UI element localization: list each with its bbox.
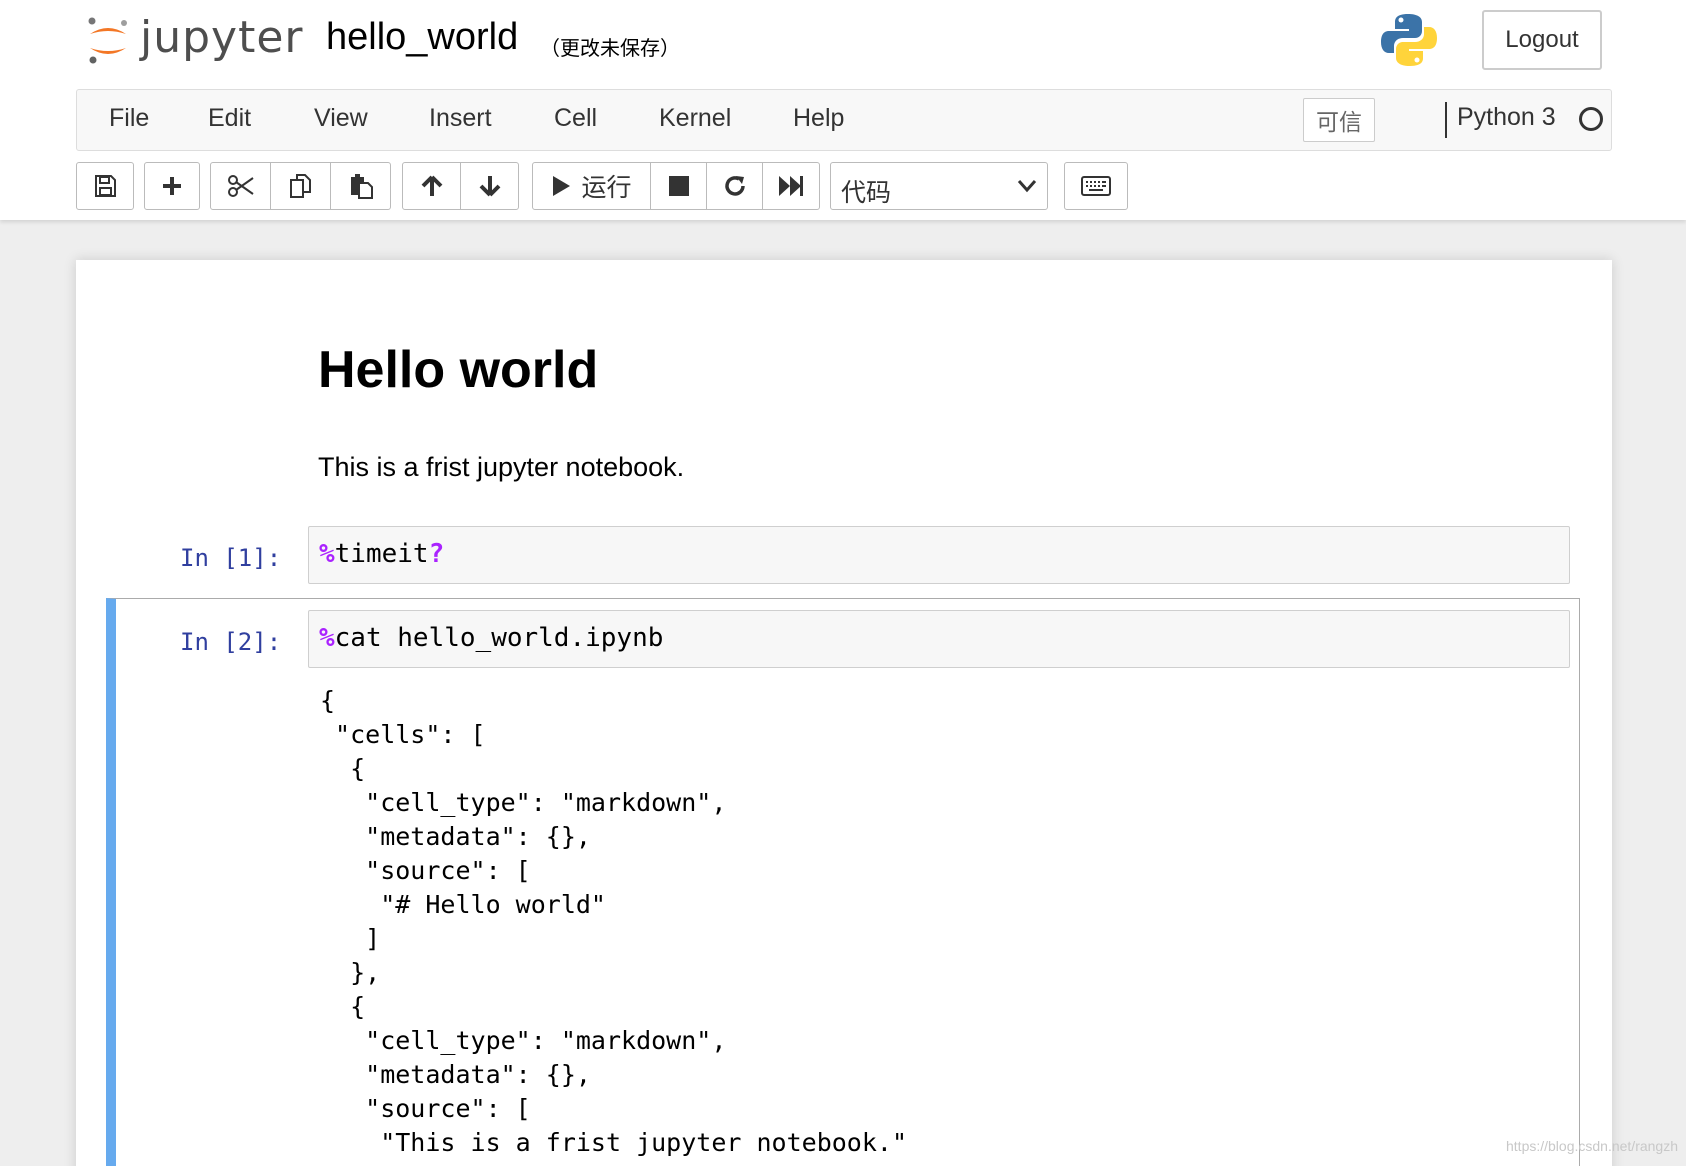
save-button[interactable] bbox=[76, 162, 134, 210]
keyboard-icon bbox=[1081, 176, 1111, 196]
run-label: 运行 bbox=[581, 174, 632, 202]
arrow-up-icon bbox=[421, 175, 442, 196]
toolbar-run-group: 运行 bbox=[532, 162, 820, 210]
trusted-indicator[interactable]: 可信 bbox=[1303, 98, 1375, 142]
cell-2-prompt: In [2]: bbox=[180, 628, 282, 656]
jupyter-logo-icon bbox=[88, 17, 127, 64]
toolbar-shortcuts-group bbox=[1064, 162, 1128, 210]
jupyter-logo[interactable]: jupyter bbox=[86, 10, 303, 72]
plus-icon bbox=[163, 177, 181, 195]
save-status: （更改未保存） bbox=[540, 38, 680, 60]
restart-kernel-button[interactable] bbox=[706, 162, 763, 210]
menu-cell[interactable]: Cell bbox=[554, 104, 597, 133]
kernel-divider bbox=[1445, 102, 1447, 138]
interrupt-button[interactable] bbox=[650, 162, 707, 210]
menu-view[interactable]: View bbox=[314, 104, 368, 133]
notebook-container: Hello world This is a frist jupyter note… bbox=[76, 260, 1612, 1166]
menu-kernel[interactable]: Kernel bbox=[659, 104, 731, 133]
run-button[interactable]: 运行 bbox=[532, 162, 651, 210]
menubar: File Edit View Insert Cell Kernel Help 可… bbox=[76, 89, 1612, 151]
logo-text: jupyter bbox=[140, 12, 304, 63]
cell-2-output: { "cells": [ { "cell_type": "markdown", … bbox=[320, 686, 907, 1157]
stop-icon bbox=[668, 176, 689, 196]
move-up-button[interactable] bbox=[402, 162, 461, 210]
toolbar-edit-group bbox=[210, 162, 391, 210]
python-logo-icon bbox=[1381, 14, 1437, 66]
cell-1-code: %timeit? bbox=[319, 539, 445, 569]
menu-help[interactable]: Help bbox=[793, 104, 844, 133]
arrow-down-icon bbox=[479, 176, 500, 197]
scissors-icon bbox=[227, 175, 254, 197]
toolbar-move-group bbox=[402, 162, 519, 210]
markdown-heading: Hello world bbox=[318, 341, 599, 399]
floppy-disk-icon bbox=[95, 175, 116, 197]
play-icon bbox=[553, 176, 571, 196]
copy-icon bbox=[289, 174, 311, 198]
menu-file[interactable]: File bbox=[109, 104, 149, 133]
restart-run-all-button[interactable] bbox=[762, 162, 820, 210]
cell-type-select[interactable]: 代码 bbox=[830, 162, 1048, 210]
markdown-paragraph: This is a frist jupyter notebook. bbox=[318, 452, 685, 482]
refresh-icon bbox=[724, 176, 745, 196]
chevron-down-icon bbox=[1017, 180, 1037, 193]
kernel-idle-indicator-icon bbox=[1579, 107, 1603, 131]
menu-insert[interactable]: Insert bbox=[429, 104, 492, 133]
copy-button[interactable] bbox=[270, 162, 331, 210]
cell-2-input[interactable]: %cat hello_world.ipynb bbox=[308, 610, 1570, 668]
toolbar-save-group bbox=[76, 162, 134, 210]
menu-edit[interactable]: Edit bbox=[208, 104, 251, 133]
cut-button[interactable] bbox=[210, 162, 271, 210]
move-down-button[interactable] bbox=[460, 162, 519, 210]
logout-button[interactable]: Logout bbox=[1482, 10, 1602, 70]
cell-2-code: %cat hello_world.ipynb bbox=[319, 623, 664, 653]
insert-cell-button[interactable] bbox=[144, 162, 200, 210]
cell-1-input[interactable]: %timeit? bbox=[308, 526, 1570, 584]
toolbar-insert-group bbox=[144, 162, 200, 210]
paste-button[interactable] bbox=[330, 162, 391, 210]
paste-icon bbox=[350, 174, 373, 199]
header: jupyter hello_world （更改未保存） Logout File … bbox=[0, 0, 1686, 220]
notebook-name[interactable]: hello_world bbox=[326, 16, 518, 59]
kernel-name[interactable]: Python 3 bbox=[1457, 103, 1556, 132]
cell-1-prompt: In [1]: bbox=[180, 544, 282, 572]
watermark: https://blog.csdn.net/rangzh bbox=[1506, 1138, 1678, 1154]
fast-forward-icon bbox=[779, 176, 803, 196]
cell-type-value: 代码 bbox=[841, 179, 892, 207]
keyboard-shortcuts-button[interactable] bbox=[1064, 162, 1128, 210]
